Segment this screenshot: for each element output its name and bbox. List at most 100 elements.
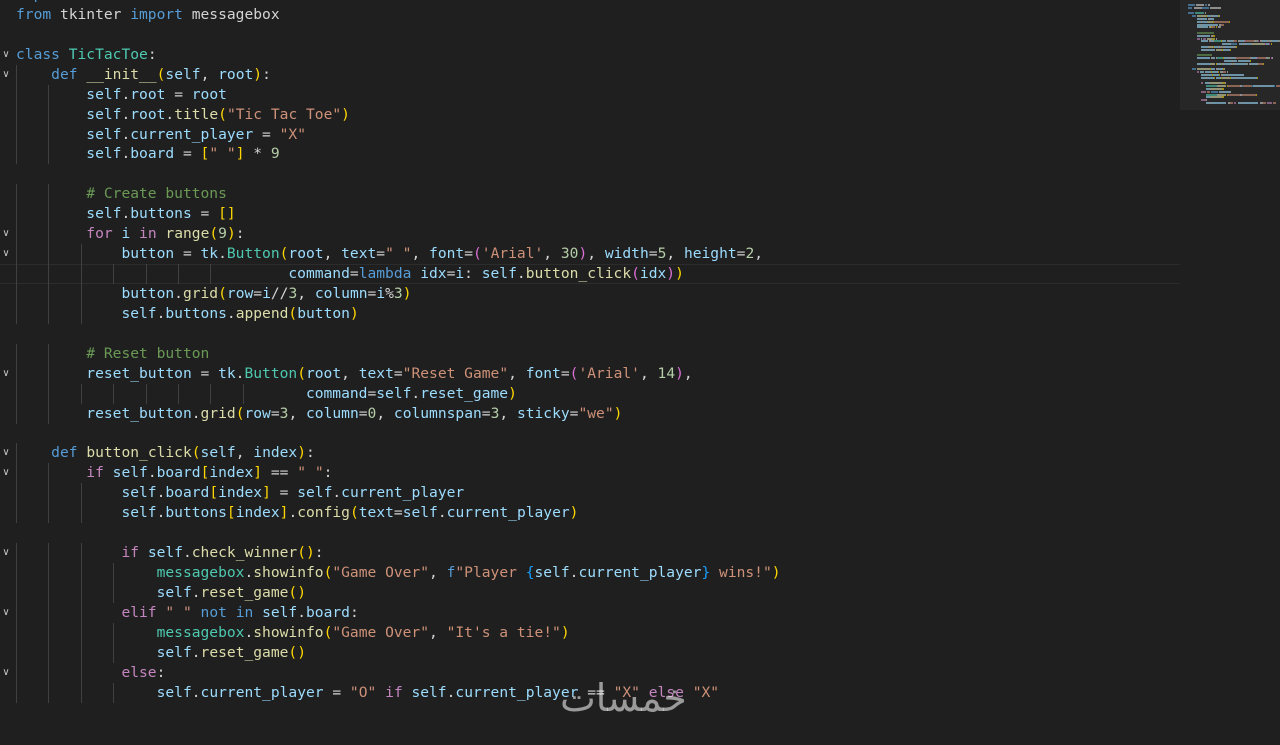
code-token: :: [306, 444, 315, 462]
minimap-token: [1202, 18, 1207, 20]
code-token: buttons: [130, 205, 192, 223]
code-line[interactable]: ∨ for i in range(9):: [0, 224, 1180, 245]
fold-chevron-icon[interactable]: ∨: [1, 443, 11, 463]
code-line[interactable]: ∨ class TicTacToe:: [0, 45, 1180, 65]
code-token: messagebox: [156, 563, 245, 581]
code-token: self: [411, 683, 447, 701]
code-token: tkinter: [69, 0, 148, 3]
fold-chevron-icon[interactable]: ∨: [1, 65, 11, 85]
code-line[interactable]: [0, 523, 1180, 543]
code-token: ,: [754, 245, 764, 263]
code-line[interactable]: from tkinter import messagebox: [0, 5, 1180, 25]
code-line[interactable]: ∨ def button_click(self, index):: [0, 443, 1180, 464]
code-token: showinfo: [253, 563, 324, 581]
minimap-token: [1205, 93, 1217, 96]
code-line[interactable]: self.buttons.append(button): [0, 303, 1180, 324]
code-line[interactable]: messagebox.showinfo("Game Over", "It's a…: [0, 622, 1180, 643]
code-line[interactable]: ∨ reset_button = tk.Button(root, text="R…: [0, 363, 1180, 384]
code-line[interactable]: [0, 324, 1180, 344]
minimap-token: [1188, 12, 1194, 15]
code-line[interactable]: self.board = [" "] * 9: [0, 144, 1180, 165]
code-line[interactable]: self.board[index] = self.current_player: [0, 483, 1180, 504]
fold-chevron-icon[interactable]: ∨: [1, 603, 11, 623]
minimap-token: [1224, 62, 1231, 65]
code-line[interactable]: [0, 25, 1180, 45]
code-token: def: [51, 65, 78, 83]
minimap-token: [1228, 20, 1230, 23]
code-text: else:: [16, 663, 165, 683]
code-token: (: [631, 265, 640, 283]
code-token: .: [244, 623, 254, 641]
code-text: # Create buttons: [16, 184, 227, 204]
code-line[interactable]: command=lambda idx=i: self.button_click(…: [0, 264, 1180, 285]
code-editor[interactable]: import tkinter as tk from tkinter import …: [0, 0, 1180, 745]
code-token: " ": [385, 245, 412, 263]
code-token: self: [200, 444, 236, 462]
code-token: ,: [499, 404, 517, 422]
minimap-token: [1214, 40, 1221, 43]
fold-chevron-icon[interactable]: ∨: [1, 244, 11, 264]
code-line[interactable]: # Create buttons: [0, 184, 1180, 205]
code-token: self: [121, 304, 157, 322]
code-token: index: [253, 444, 298, 462]
fold-chevron-icon[interactable]: ∨: [1, 224, 11, 244]
minimap-token: [1215, 48, 1223, 51]
code-token: root: [191, 85, 227, 103]
code-line[interactable]: [0, 164, 1180, 184]
code-line[interactable]: self.buttons = []: [0, 204, 1180, 225]
minimap-token: [1192, 15, 1196, 18]
code-token: root: [218, 65, 254, 83]
fold-chevron-icon[interactable]: ∨: [1, 463, 11, 483]
code-line[interactable]: ∨ button = tk.Button(root, text=" ", fon…: [0, 244, 1180, 265]
code-line[interactable]: ∨ if self.board[index] == " ":: [0, 463, 1180, 484]
code-token: tk: [200, 245, 219, 263]
minimap-token: [1230, 43, 1238, 46]
fold-chevron-icon[interactable]: ∨: [1, 364, 11, 384]
code-line[interactable]: self.root.title("Tic Tac Toe"): [0, 104, 1180, 125]
code-token: ,: [200, 65, 219, 83]
code-line[interactable]: [0, 423, 1180, 443]
code-token: 'Arial': [481, 245, 544, 263]
code-token: tk: [165, 0, 192, 3]
code-token: # Reset button: [86, 344, 210, 362]
code-token: .: [218, 245, 227, 263]
code-token: "Game Over": [332, 563, 430, 581]
code-line[interactable]: ∨ if self.check_winner():: [0, 543, 1180, 564]
code-line[interactable]: button.grid(row=i//3, column=i%3): [0, 283, 1180, 304]
code-token: =: [481, 404, 491, 422]
code-line[interactable]: ∨ def __init__(self, root):: [0, 64, 1180, 85]
code-line[interactable]: messagebox.showinfo("Game Over", f"Playe…: [0, 562, 1180, 583]
code-token: self: [165, 65, 201, 83]
code-line[interactable]: command=self.reset_game): [0, 383, 1180, 404]
code-line[interactable]: self.reset_game(): [0, 582, 1180, 603]
code-token: i: [376, 284, 386, 302]
code-token: check_winner: [191, 544, 298, 562]
code-token: ]: [253, 464, 263, 482]
code-line[interactable]: reset_button.grid(row=3, column=0, colum…: [0, 403, 1180, 424]
code-token: ): [569, 504, 579, 522]
minimap-token: [1211, 102, 1227, 104]
code-token: self: [156, 643, 192, 661]
minimap-token: [1236, 57, 1250, 60]
minimap[interactable]: [1180, 0, 1280, 729]
code-token: :: [349, 603, 359, 621]
code-token: .: [121, 145, 131, 163]
code-line[interactable]: ∨ elif " " not in self.board:: [0, 602, 1180, 623]
code-token: grid: [182, 284, 219, 302]
fold-chevron-icon[interactable]: ∨: [1, 663, 11, 683]
code-line[interactable]: self.buttons[index].config(text=self.cur…: [0, 503, 1180, 524]
fold-chevron-icon[interactable]: ∨: [1, 45, 11, 65]
code-line[interactable]: # Reset button: [0, 343, 1180, 364]
code-line[interactable]: self.root = root: [0, 84, 1180, 105]
code-line[interactable]: self.current_player = "X": [0, 124, 1180, 145]
fold-chevron-icon[interactable]: ∨: [1, 543, 11, 563]
code-token: row: [226, 284, 254, 302]
code-line[interactable]: self.reset_game(): [0, 642, 1180, 663]
